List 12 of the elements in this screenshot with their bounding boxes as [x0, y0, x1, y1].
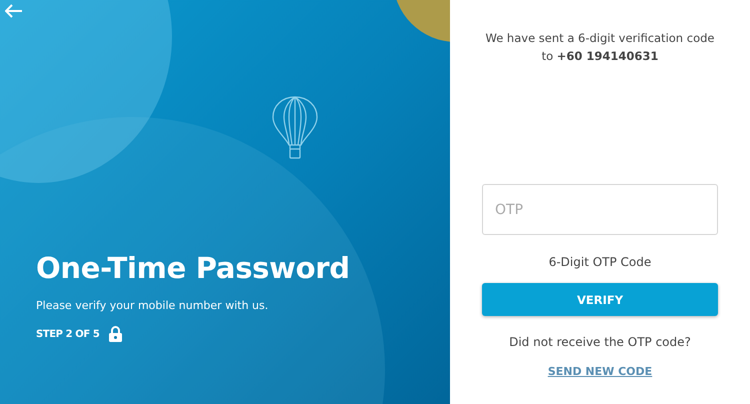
- verify-button[interactable]: VERIFY: [482, 283, 718, 316]
- step-indicator: STEP 2 OF 5: [36, 328, 100, 340]
- resend-prompt: Did not receive the OTP code?: [509, 335, 691, 349]
- send-new-code-link[interactable]: SEND NEW CODE: [548, 365, 652, 378]
- lock-icon: [109, 326, 122, 342]
- page-title: One-Time Password: [36, 251, 351, 285]
- subtitle-text: Please verify your mobile number with us.: [36, 299, 270, 312]
- back-arrow-icon[interactable]: [5, 4, 23, 18]
- field-hint: 6-Digit OTP Code: [548, 255, 652, 269]
- hot-air-balloon-icon: [272, 96, 318, 160]
- otp-input-field[interactable]: OTP: [482, 184, 718, 235]
- verification-message: We have sent a 6-digit verification code to +60 194140631: [485, 30, 715, 65]
